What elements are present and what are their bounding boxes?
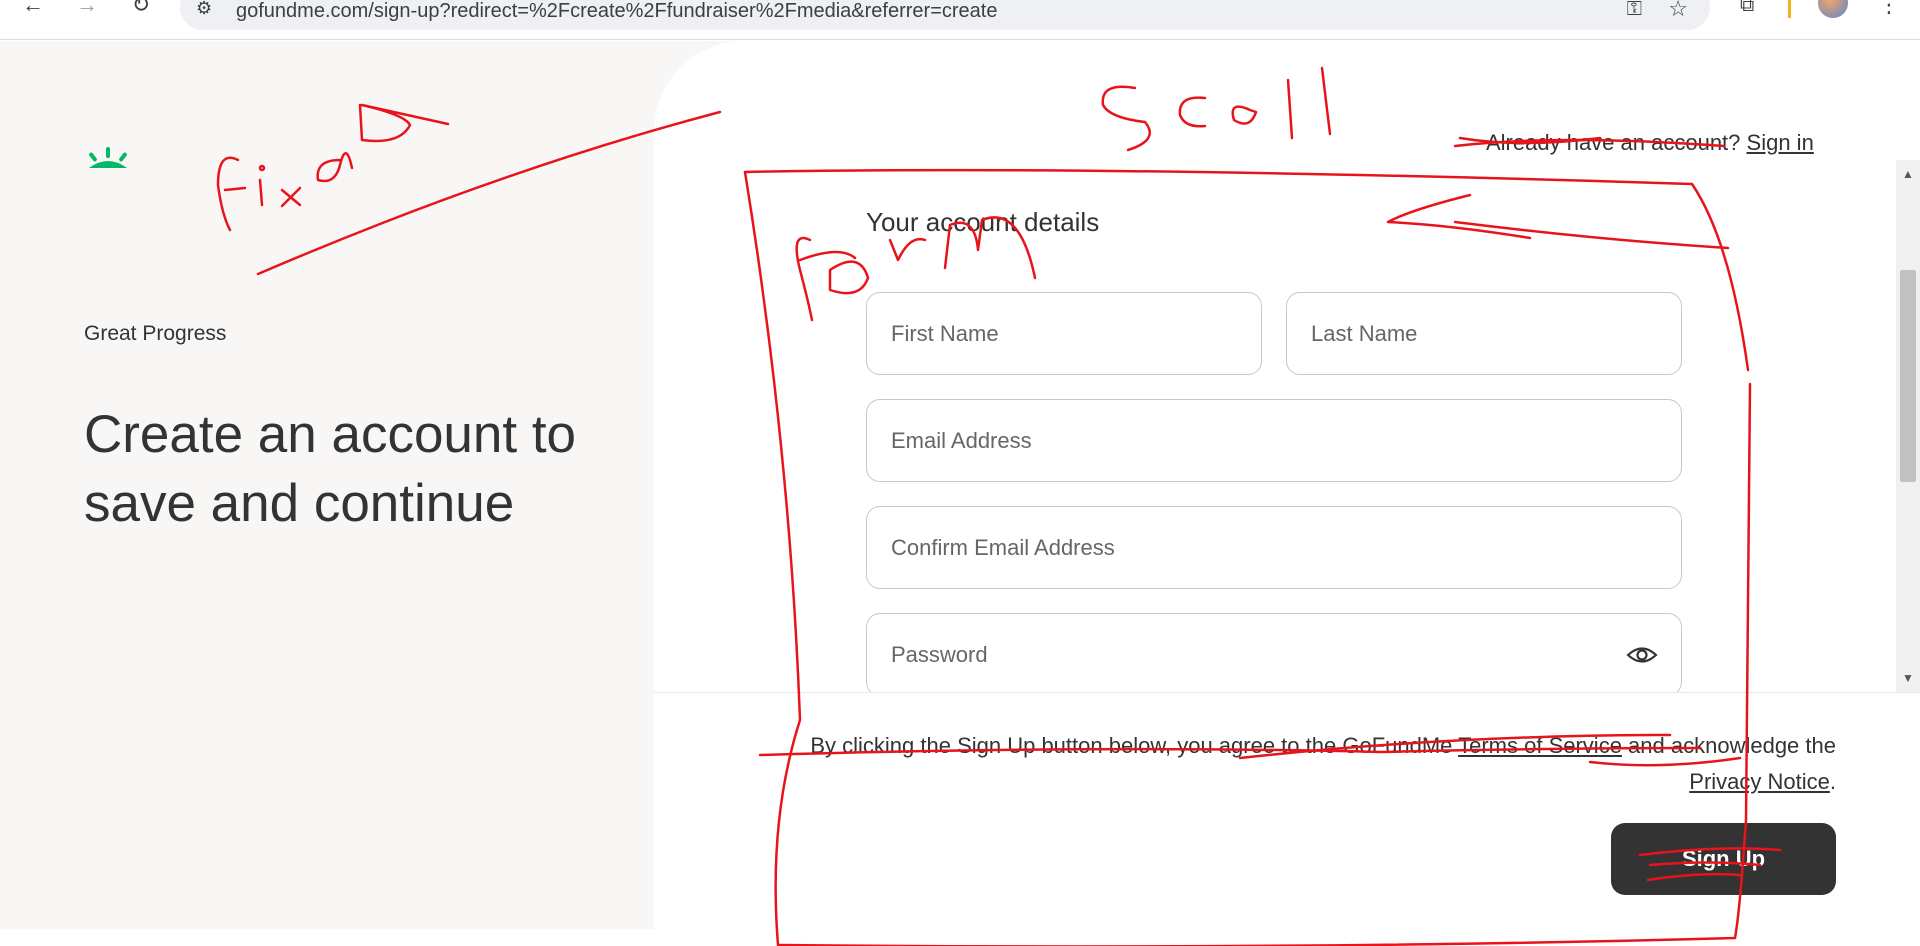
address-bar[interactable]: ⚙ gofundme.com/sign-up?redirect=%2Fcreat… [180,0,1710,30]
first-name-field[interactable] [866,292,1262,375]
password-field[interactable] [866,613,1682,692]
terms-suffix: . [1829,769,1836,794]
toolbar-divider [1788,0,1791,18]
password-input[interactable] [867,614,1681,692]
email-input[interactable] [867,400,1681,481]
confirm-email-input[interactable] [867,507,1681,588]
signin-prompt: Already have an account? Sign in [1486,130,1814,156]
signin-prompt-text: Already have an account? [1486,130,1741,155]
confirm-email-field[interactable] [866,506,1682,589]
avatar[interactable] [1818,0,1848,18]
show-password-eye-icon[interactable] [1625,638,1659,672]
sign-up-button[interactable]: Sign Up [1611,823,1836,895]
progress-label: Great Progress [84,322,227,345]
last-name-field[interactable] [1286,292,1682,375]
last-name-input[interactable] [1287,293,1681,374]
scroll-up-arrow-icon[interactable]: ▲ [1896,164,1920,184]
terms-mid: and acknowledge the [1621,733,1836,758]
email-field[interactable] [866,399,1682,482]
extensions-icon[interactable]: ⧉ [1740,0,1754,17]
scroll-down-arrow-icon[interactable]: ▼ [1896,668,1920,688]
page-title: Create an account to save and continue [84,405,577,533]
browser-toolbar: ← → ↻ ⚙ gofundme.com/sign-up?redirect=%2… [0,0,1920,40]
bookmark-star-icon[interactable]: ☆ [1668,0,1688,22]
site-settings-icon[interactable]: ⚙ [196,0,212,19]
scrollbar-thumb[interactable] [1900,270,1916,482]
signin-link[interactable]: Sign in [1747,130,1814,155]
menu-kebab-icon[interactable]: ⋮ [1878,0,1900,18]
back-icon[interactable]: ← [18,0,48,18]
terms-prefix: By clicking the Sign Up button below, yo… [810,733,1459,758]
key-icon[interactable]: ⚿ [1627,0,1642,21]
form-scroll-area[interactable]: Your account details [654,160,1920,692]
reload-icon[interactable]: ↻ [126,0,156,18]
terms-of-service-link[interactable]: Terms of Service [1458,733,1622,758]
address-url[interactable]: gofundme.com/sign-up?redirect=%2Fcreate%… [236,0,997,23]
gofundme-logo-icon[interactable] [83,146,133,176]
section-title: Your account details [866,207,1100,237]
privacy-notice-link[interactable]: Privacy Notice [1689,769,1830,794]
left-panel: Great Progress Create an account to save… [0,41,654,929]
forward-icon[interactable]: → [72,0,102,18]
scrollbar[interactable]: ▲ ▼ [1896,160,1920,692]
first-name-input[interactable] [867,293,1261,374]
terms-notice: By clicking the Sign Up button below, yo… [740,728,1836,800]
footer-divider [654,692,1920,693]
